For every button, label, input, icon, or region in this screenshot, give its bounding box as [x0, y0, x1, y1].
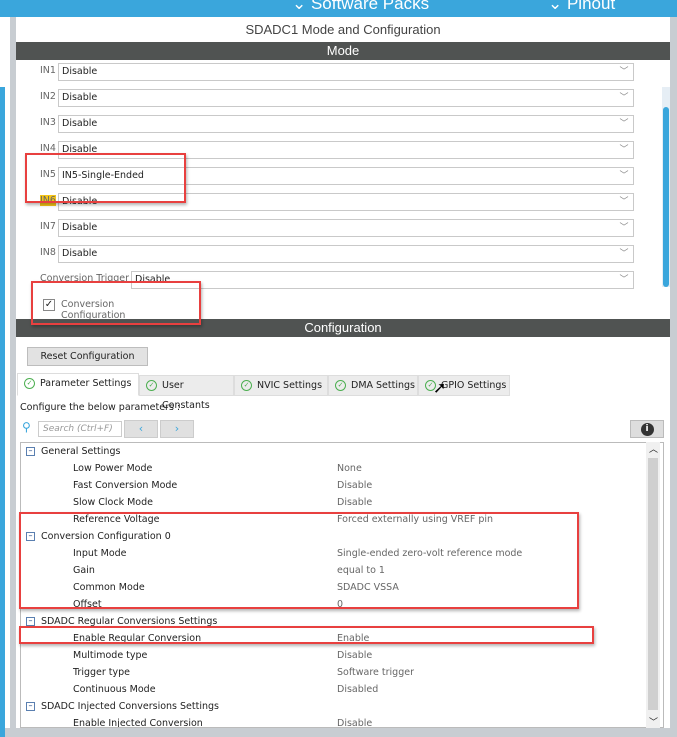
mode-input-row: IN1 Disable ﹀ — [16, 63, 656, 81]
annotation-box-conversion-settings — [19, 512, 579, 609]
input-label: IN2 — [40, 91, 56, 102]
search-input[interactable]: Search (Ctrl+F) — [38, 421, 122, 437]
tree-row[interactable]: Multimode type Disable — [21, 647, 641, 664]
param-value[interactable]: Disable — [337, 494, 372, 511]
input-label: IN1 — [40, 65, 56, 76]
select-value: Disable — [62, 248, 98, 259]
tree-row[interactable]: Enable Injected Conversion Disable — [21, 715, 641, 728]
mode-input-row: IN3 Disable ﹀ — [16, 115, 656, 133]
param-name: Continuous Mode — [73, 684, 156, 695]
select-value: Disable — [62, 222, 98, 233]
config-panel: SDADC1 Mode and Configuration Mode IN1 Di… — [16, 17, 670, 728]
tab-nvic-settings[interactable]: ✓ NVIC Settings — [234, 375, 328, 396]
reset-configuration-button[interactable]: Reset Configuration — [27, 347, 148, 366]
tab-user-constants[interactable]: ✓ User Constants — [139, 375, 234, 411]
param-value[interactable]: Software trigger — [337, 664, 414, 681]
mode-input-row: IN8 Disable ﹀ — [16, 245, 656, 263]
tab-gpio-settings[interactable]: ✓ GPIO Settings — [418, 375, 510, 396]
tree-scrollbar[interactable]: ︿ ﹀ — [646, 442, 660, 728]
conversion-trigger-select[interactable]: Disable ﹀ — [131, 271, 634, 289]
annotation-box-enable-regular — [19, 626, 594, 644]
tree-row[interactable]: Fast Conversion Mode Disable — [21, 477, 641, 494]
tab-label: NVIC Settings — [257, 380, 323, 391]
tab-label: DMA Settings — [351, 380, 415, 391]
chevron-down-icon: ﹀ — [619, 171, 629, 181]
check-circle-icon: ✓ — [24, 378, 35, 389]
select-value: Disable — [62, 92, 98, 103]
input-label: IN8 — [40, 247, 56, 258]
param-value[interactable]: Disable — [337, 477, 372, 494]
chevron-down-icon: ﹀ — [619, 119, 629, 129]
mouse-cursor-icon: ➚ — [433, 378, 447, 397]
pinout-menu[interactable]: ⌄ Pinout — [548, 0, 615, 14]
tree-group[interactable]: – SDADC Injected Conversions Settings — [21, 698, 641, 715]
input-select[interactable]: Disable ﹀ — [58, 245, 634, 263]
check-circle-icon: ✓ — [335, 380, 346, 391]
mode-input-row: IN2 Disable ﹀ — [16, 89, 656, 107]
param-name: Trigger type — [73, 667, 131, 678]
tree-row[interactable]: Slow Clock Mode Disable — [21, 494, 641, 511]
search-icon: ⚲ — [22, 420, 31, 434]
input-select[interactable]: Disable ﹀ — [58, 219, 634, 237]
param-value[interactable]: Disabled — [337, 681, 378, 698]
annotation-box-conversion-config — [31, 281, 201, 325]
select-value: Disable — [62, 118, 98, 129]
software-packs-menu[interactable]: ⌄ Software Packs — [292, 0, 429, 14]
tab-label: Parameter Settings — [40, 378, 132, 389]
left-panel — [0, 17, 10, 737]
param-name: Enable Injected Conversion — [73, 718, 203, 728]
collapse-icon[interactable]: – — [26, 617, 35, 626]
info-icon: i — [640, 423, 654, 436]
info-button[interactable]: i — [630, 420, 664, 438]
chevron-down-icon: ﹀ — [619, 67, 629, 77]
tree-row[interactable]: Low Power Mode None — [21, 460, 641, 477]
search-next-button[interactable]: › — [160, 420, 194, 438]
mode-header: Mode — [16, 42, 670, 60]
tree-row[interactable]: Trigger type Software trigger — [21, 664, 641, 681]
param-name: Multimode type — [73, 650, 148, 661]
check-circle-icon: ✓ — [146, 380, 157, 391]
annotation-box-in5 — [25, 153, 186, 203]
param-value[interactable]: None — [337, 460, 362, 477]
tab-parameter-settings[interactable]: ✓ Parameter Settings — [17, 373, 139, 396]
tab-dma-settings[interactable]: ✓ DMA Settings — [328, 375, 418, 396]
group-label: SDADC Injected Conversions Settings — [41, 701, 219, 712]
param-name: Fast Conversion Mode — [73, 480, 178, 491]
check-circle-icon: ✓ — [241, 380, 252, 391]
param-name: Low Power Mode — [73, 463, 153, 474]
input-label: IN7 — [40, 221, 56, 232]
tree-group[interactable]: – General Settings — [21, 443, 641, 460]
group-label: General Settings — [41, 446, 121, 457]
param-value[interactable]: Disable — [337, 647, 372, 664]
input-label: IN3 — [40, 117, 56, 128]
input-select[interactable]: Disable ﹀ — [58, 115, 634, 133]
param-name: Slow Clock Mode — [73, 497, 153, 508]
input-select[interactable]: Disable ﹀ — [58, 89, 634, 107]
collapse-icon[interactable]: – — [26, 447, 35, 456]
chevron-down-icon: ﹀ — [619, 249, 629, 259]
panel-title: SDADC1 Mode and Configuration — [245, 22, 441, 37]
collapse-icon[interactable]: – — [26, 702, 35, 711]
chevron-down-icon: ﹀ — [619, 223, 629, 233]
configure-hint: Configure the below parameters : — [20, 402, 181, 413]
param-value[interactable]: Disable — [337, 715, 372, 727]
mode-scrollbar[interactable] — [662, 87, 670, 287]
chevron-down-icon: ﹀ — [619, 197, 629, 207]
select-value: Disable — [62, 66, 98, 77]
chevron-down-icon: ﹀ — [619, 145, 629, 155]
chevron-down-icon: ﹀ — [619, 275, 629, 285]
top-toolbar: ⌄ Software Packs ⌄ Pinout — [0, 0, 677, 17]
input-select[interactable]: Disable ﹀ — [58, 63, 634, 81]
search-prev-button[interactable]: ‹ — [124, 420, 158, 438]
chevron-down-icon: ﹀ — [619, 93, 629, 103]
tree-row[interactable]: Continuous Mode Disabled — [21, 681, 641, 698]
tab-label: GPIO Settings — [441, 380, 507, 391]
mode-input-row: IN7 Disable ﹀ — [16, 219, 656, 237]
